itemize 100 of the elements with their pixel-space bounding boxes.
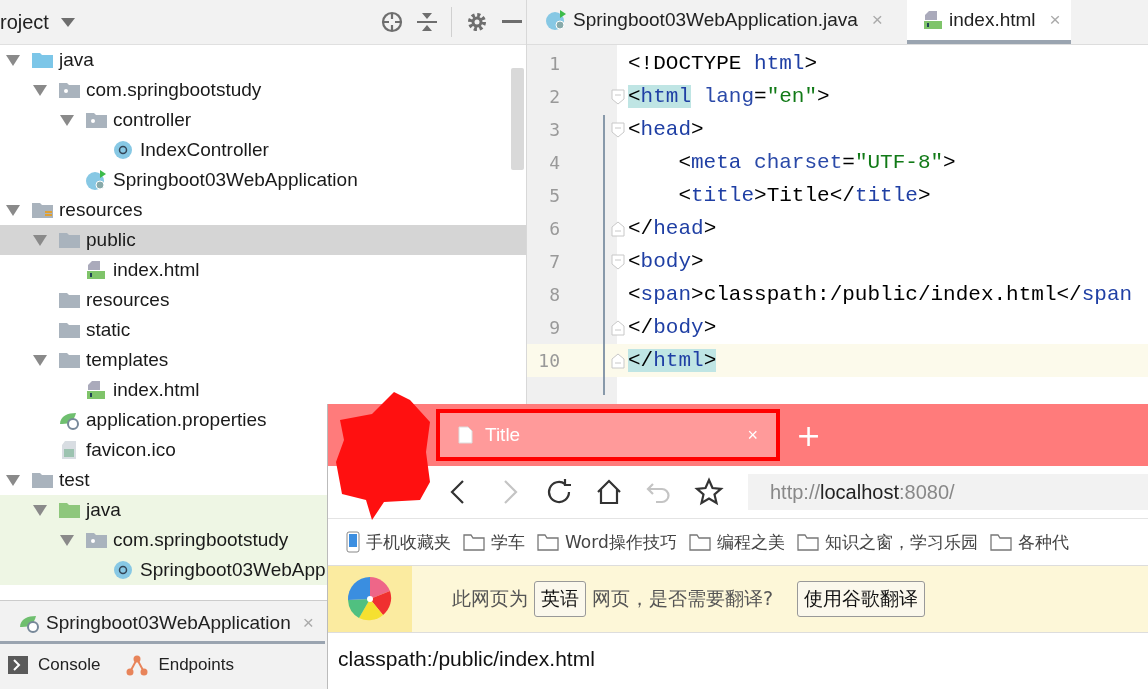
tree-item[interactable]: com.springbootstudy	[0, 75, 268, 105]
unfold-marker-icon[interactable]	[611, 220, 625, 237]
package-folder-icon	[58, 82, 80, 98]
tree-item[interactable]: application.properties	[0, 405, 273, 435]
bookmark-item[interactable]: Word操作技巧	[537, 530, 677, 554]
line-number: 1	[548, 53, 560, 74]
line-number: 6	[548, 218, 560, 239]
expanded-arrow-icon[interactable]	[33, 504, 47, 516]
folder-icon	[989, 533, 1012, 551]
line-number: 8	[548, 284, 560, 305]
tree-item[interactable]: com.springbootstudy	[0, 525, 327, 555]
bookmark-item[interactable]: 手机收藏夹	[346, 530, 451, 554]
tree-item[interactable]: resources	[0, 195, 149, 225]
fold-marker-icon[interactable]	[611, 88, 625, 105]
code-line: <span>classpath:/public/index.html</span	[628, 283, 1133, 306]
address-field[interactable]: http://localhost:8080/	[748, 474, 1148, 510]
crosshair-icon[interactable]	[381, 11, 403, 33]
fold-marker-icon[interactable]	[611, 253, 625, 270]
bookmark-item[interactable]: 知识之窗，学习乐园	[796, 530, 978, 554]
tree-item[interactable]: Springboot03WebApp	[0, 555, 327, 585]
page-icon	[458, 426, 473, 444]
spring-settings-icon	[58, 410, 80, 430]
tree-item[interactable]: java	[0, 495, 327, 525]
expanded-arrow-icon[interactable]	[33, 84, 47, 96]
code-line: <head>	[628, 118, 704, 141]
folder-icon	[463, 533, 485, 551]
folder-icon	[31, 202, 53, 218]
folder-icon	[688, 533, 711, 551]
tree-item[interactable]: index.html	[0, 255, 206, 285]
tree-item[interactable]: public	[0, 225, 526, 255]
line-number: 5	[548, 185, 560, 206]
code-line: <html lang="en">	[628, 85, 830, 108]
expanded-arrow-icon[interactable]	[6, 204, 20, 216]
translate-prompt: 网页，是否需要翻译?	[592, 586, 774, 611]
endpoints-icon	[126, 654, 149, 676]
folder-icon	[58, 352, 80, 368]
tree-item[interactable]: Springboot03WebApplication	[0, 165, 364, 195]
bookmark-star-button[interactable]	[694, 477, 724, 507]
folder-icon	[31, 472, 53, 488]
console-icon	[8, 656, 28, 674]
code-line: <title>Title</title>	[677, 184, 931, 207]
code-line: <meta charset="UTF-8">	[677, 151, 956, 174]
expanded-arrow-icon[interactable]	[6, 54, 20, 66]
tree-item[interactable]: IndexController	[0, 135, 275, 165]
code-line: </html>	[628, 349, 717, 372]
tree-item[interactable]: resources	[0, 285, 176, 315]
translate-prompt: 此网页为	[452, 586, 528, 611]
tree-item[interactable]: java	[0, 45, 100, 75]
tree-item[interactable]: templates	[0, 345, 175, 375]
expanded-arrow-icon[interactable]	[60, 114, 74, 126]
package-folder-icon	[85, 532, 107, 548]
expanded-arrow-icon[interactable]	[33, 354, 47, 366]
translate-button[interactable]: 使用谷歌翻译	[797, 581, 926, 617]
unfold-marker-icon[interactable]	[611, 319, 625, 336]
tree-item[interactable]: favicon.ico	[0, 435, 182, 465]
fold-marker-icon[interactable]	[611, 121, 625, 138]
panel-title[interactable]: roject	[0, 10, 49, 34]
image-file-icon	[60, 440, 78, 460]
page-text: classpath:/public/index.html	[338, 647, 595, 670]
minimize-icon[interactable]	[502, 20, 522, 24]
bookmark-item[interactable]: 编程之美	[688, 530, 785, 554]
tree-item[interactable]: static	[0, 315, 137, 345]
run-tab-label[interactable]: Springboot03WebApplication	[46, 612, 291, 634]
line-number: 9	[548, 317, 560, 338]
code-line: </head>	[628, 217, 717, 240]
code-line: <body>	[628, 250, 704, 273]
dropdown-caret-icon[interactable]	[60, 17, 75, 27]
bookmark-item[interactable]: 学车	[463, 530, 525, 554]
line-number: 2	[548, 86, 560, 107]
folder-icon	[58, 502, 80, 518]
html-file-icon	[86, 260, 106, 280]
tree-item[interactable]: controller	[0, 105, 198, 135]
tool-tab[interactable]: Endpoints	[126, 654, 234, 676]
editor-tab[interactable]: Springboot03WebApplication.java ×	[543, 0, 893, 44]
bookmark-item[interactable]: 各种代	[989, 530, 1069, 554]
class-icon	[113, 140, 133, 160]
translate-button[interactable]: 英语	[534, 581, 586, 617]
phone-icon	[346, 531, 360, 553]
folder-icon	[796, 533, 819, 551]
spring-class-icon	[545, 9, 567, 31]
html-file-icon	[922, 10, 943, 30]
collapse-all-icon[interactable]	[417, 11, 437, 33]
folder-icon	[58, 322, 80, 338]
scrollbar-thumb[interactable]	[511, 68, 524, 170]
settings-icon[interactable]	[466, 11, 488, 33]
package-folder-icon	[85, 112, 107, 128]
line-number: 10	[537, 350, 560, 371]
folder-icon	[537, 533, 559, 551]
class-icon	[113, 560, 133, 580]
expanded-arrow-icon[interactable]	[60, 534, 74, 546]
expanded-arrow-icon[interactable]	[33, 234, 47, 246]
tree-item[interactable]: test	[0, 465, 96, 495]
tool-tab[interactable]: Console	[8, 655, 101, 675]
line-number: 7	[548, 251, 560, 272]
tree-item[interactable]: index.html	[0, 375, 206, 405]
line-number: 4	[548, 152, 560, 173]
unfold-marker-icon[interactable]	[611, 352, 625, 369]
editor-tab[interactable]: index.html ×	[906, 0, 1071, 44]
expanded-arrow-icon[interactable]	[6, 474, 20, 486]
run-tab[interactable]: Springboot03WebApplication ×	[0, 605, 314, 641]
